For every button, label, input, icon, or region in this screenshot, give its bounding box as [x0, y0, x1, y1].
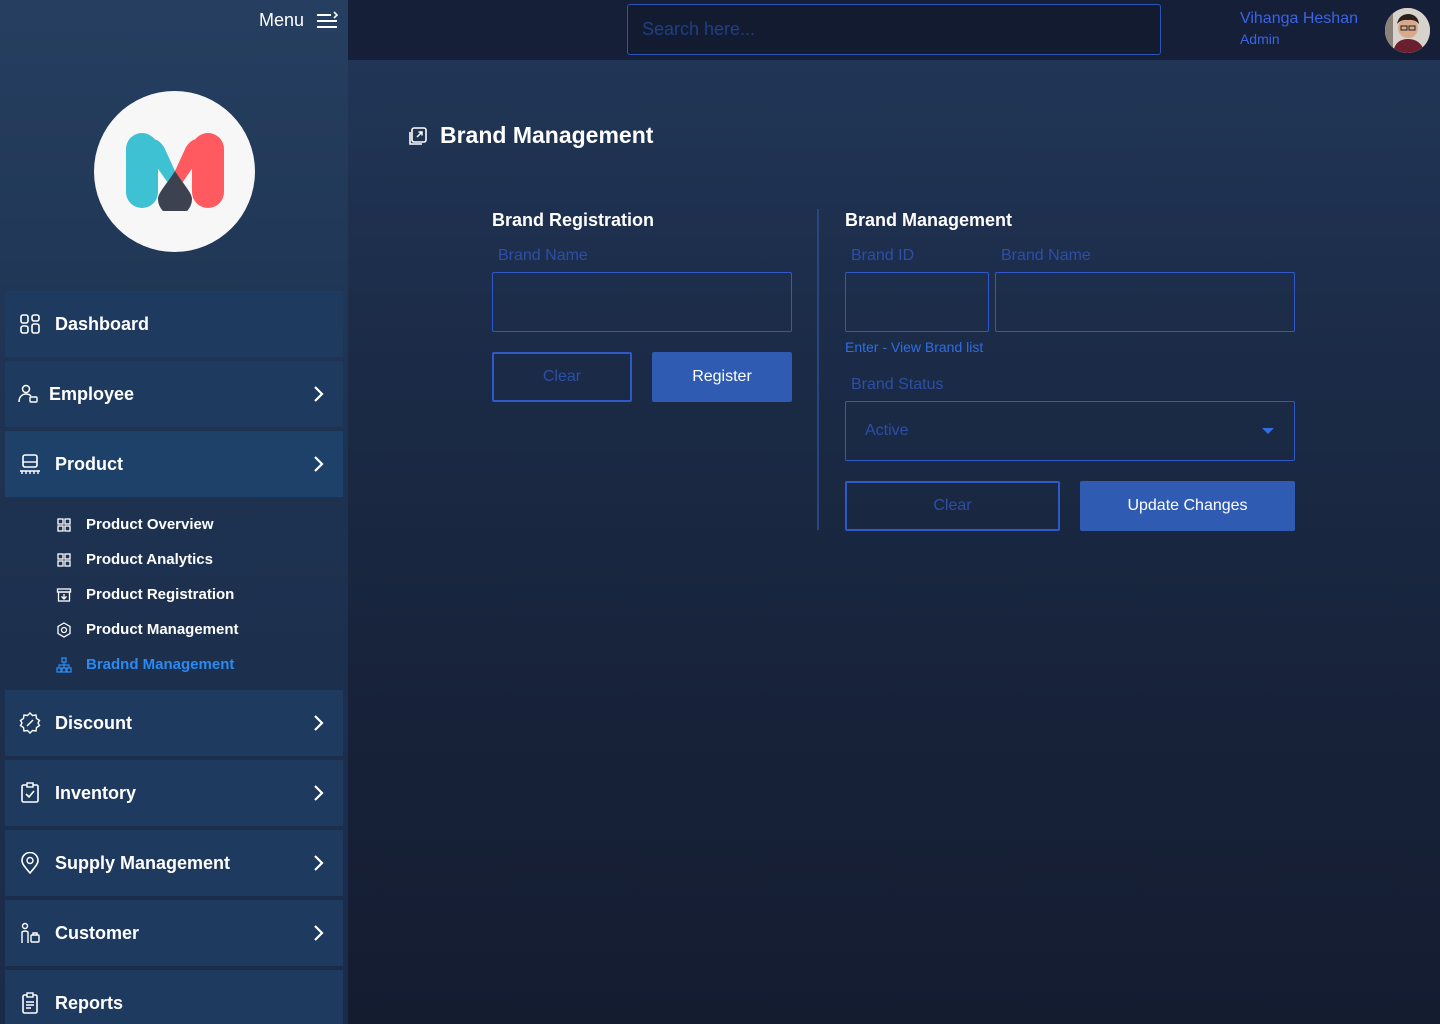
management-clear-button[interactable]: Clear [845, 481, 1060, 531]
submenu-item-label: Bradnd Management [86, 656, 235, 673]
brand-id-label: Brand ID [851, 247, 915, 264]
caret-down-icon [1262, 428, 1274, 434]
view-brand-list-link[interactable]: Enter - View Brand list [845, 339, 983, 355]
sidebar-item-supply-management[interactable]: Supply Management [5, 830, 343, 896]
avatar[interactable] [1385, 8, 1430, 53]
user-info[interactable]: Vihanga Heshan Admin [1240, 10, 1358, 47]
submenu-item-product-management[interactable]: Product Management [5, 612, 343, 647]
brand-name-field-container [492, 272, 792, 332]
user-name: Vihanga Heshan [1239, 10, 1358, 27]
sidebar-item-product[interactable]: Product [5, 431, 343, 497]
sidebar-item-label: Supply Management [55, 852, 231, 873]
chevron-right-icon [314, 925, 324, 941]
brand-logo [94, 91, 255, 252]
hierarchy-icon [55, 656, 73, 674]
submenu-item-label: Product Overview [86, 516, 214, 533]
search-input[interactable] [628, 5, 1160, 54]
logo-m-icon [125, 132, 224, 211]
grid-icon [55, 551, 73, 569]
page-title-text: Brand Management [440, 122, 654, 148]
sidebar-item-employee[interactable]: Employee [5, 361, 343, 427]
page-title: Brand Management [408, 122, 653, 149]
chevron-right-icon [314, 855, 324, 871]
sidebar-item-dashboard[interactable]: Dashboard [5, 291, 343, 357]
brand-status-value: Active [865, 422, 909, 439]
location-pin-icon [19, 852, 41, 874]
registration-clear-button[interactable]: Clear [492, 352, 632, 402]
sidebar-item-label: Inventory [55, 782, 137, 803]
sidebar-item-label: Reports [55, 992, 124, 1013]
sidebar-item-customer[interactable]: Customer [5, 900, 343, 966]
sidebar-item-label: Employee [49, 383, 135, 404]
product-submenu: Product Overview Product Analytics Produ… [5, 501, 343, 686]
dashboard-grid-icon [19, 313, 41, 335]
chevron-right-icon [314, 456, 324, 472]
chevron-right-icon [314, 715, 324, 731]
menu-label: Menu [258, 10, 304, 30]
submenu-item-product-analytics[interactable]: Product Analytics [5, 542, 343, 577]
product-icon [19, 453, 41, 475]
sidebar-item-inventory[interactable]: Inventory [5, 760, 343, 826]
brand-status-select[interactable]: Active [845, 401, 1295, 461]
section-divider [817, 209, 819, 530]
brand-status-label: Brand Status [851, 376, 944, 393]
grid-icon [55, 516, 73, 534]
submenu-item-label: Product Registration [86, 586, 235, 603]
submenu-item-brand-management[interactable]: Bradnd Management [5, 647, 343, 682]
register-button[interactable]: Register [652, 352, 792, 402]
brand-name-edit-input[interactable] [996, 273, 1294, 331]
app-window: Menu Dashboard Employee Product Product … [0, 0, 1440, 1024]
brand-name-label: Brand Name [1001, 247, 1091, 264]
sidebar-item-reports[interactable]: Reports [5, 970, 343, 1024]
reports-icon [19, 992, 41, 1014]
hamburger-menu-icon [317, 10, 338, 28]
brand-name-edit-field-container [995, 272, 1295, 332]
inventory-clipboard-icon [19, 782, 41, 804]
search-box [627, 4, 1161, 55]
archive-icon [55, 586, 73, 604]
sidebar-item-label: Product [55, 453, 124, 474]
brand-id-field-container [845, 272, 989, 332]
chevron-right-icon [314, 785, 324, 801]
brand-registration-title: Brand Registration [492, 210, 655, 230]
brand-name-label: Brand Name [498, 247, 588, 264]
brand-management-title: Brand Management [845, 210, 1013, 230]
discount-badge-icon [19, 712, 41, 734]
settings-cog-icon [55, 621, 73, 639]
submenu-item-label: Product Analytics [86, 551, 213, 568]
brand-id-input[interactable] [846, 273, 988, 331]
sidebar-item-label: Discount [55, 712, 133, 733]
sidebar-item-label: Dashboard [55, 313, 150, 334]
submenu-item-label: Product Management [86, 621, 239, 638]
sidebar: Menu Dashboard Employee Product Product … [0, 0, 348, 1024]
customer-icon [19, 922, 41, 944]
submenu-item-product-overview[interactable]: Product Overview [5, 507, 343, 542]
external-link-icon [409, 126, 427, 145]
user-role: Admin [1239, 31, 1280, 47]
brand-name-input[interactable] [493, 273, 791, 331]
sidebar-item-label: Customer [55, 922, 140, 943]
top-bar: Vihanga Heshan Admin [348, 0, 1440, 60]
submenu-item-product-registration[interactable]: Product Registration [5, 577, 343, 612]
chevron-right-icon [314, 386, 324, 402]
sidebar-item-discount[interactable]: Discount [5, 690, 343, 756]
employee-icon [17, 383, 39, 405]
sidebar-nav: Dashboard Employee Product Product Overv… [5, 291, 343, 1024]
menu-toggle-button[interactable]: Menu [259, 10, 338, 31]
update-changes-button[interactable]: Update Changes [1080, 481, 1295, 531]
